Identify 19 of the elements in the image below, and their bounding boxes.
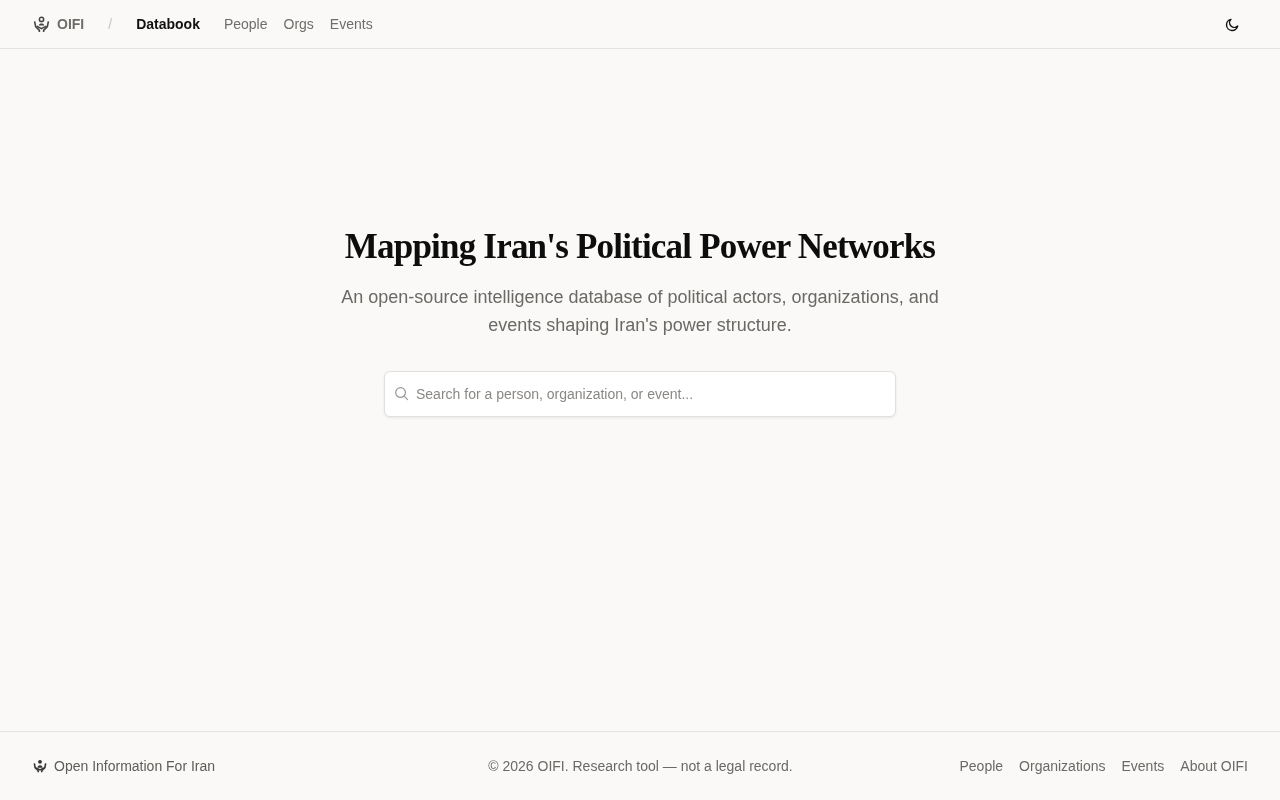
section-title-link[interactable]: Databook [136,16,200,32]
footer-link[interactable]: Events [1121,758,1165,774]
footer-link[interactable]: Organizations [1019,758,1106,774]
search-icon [394,386,409,401]
nav-link[interactable]: Events [329,16,373,32]
nav-link[interactable]: People [223,16,268,32]
hands-holding-figure-icon [33,759,47,773]
footer-brand-name: Open Information For Iran [54,758,216,774]
hands-holding-figure-icon [33,15,50,33]
moon-icon [1224,16,1240,32]
hero-subtitle: An open-source intelligence database of political actors, organizations, and events shaping Iran's power structure. [340,286,940,337]
footer-link[interactable]: People [959,758,1004,774]
nav-link[interactable]: Orgs [283,16,314,32]
footer-link[interactable]: About OIFI [1180,758,1248,774]
copyright-text: © 2026 OIFI. Research tool — not a legal record. [488,758,793,774]
breadcrumb-separator: / [108,16,113,32]
search-field[interactable]: Search for a person, organization, or event... [384,371,896,417]
brand-link[interactable]: OIFI [33,15,85,33]
hero-heading: Mapping Iran's Political Power Networks [344,226,936,268]
